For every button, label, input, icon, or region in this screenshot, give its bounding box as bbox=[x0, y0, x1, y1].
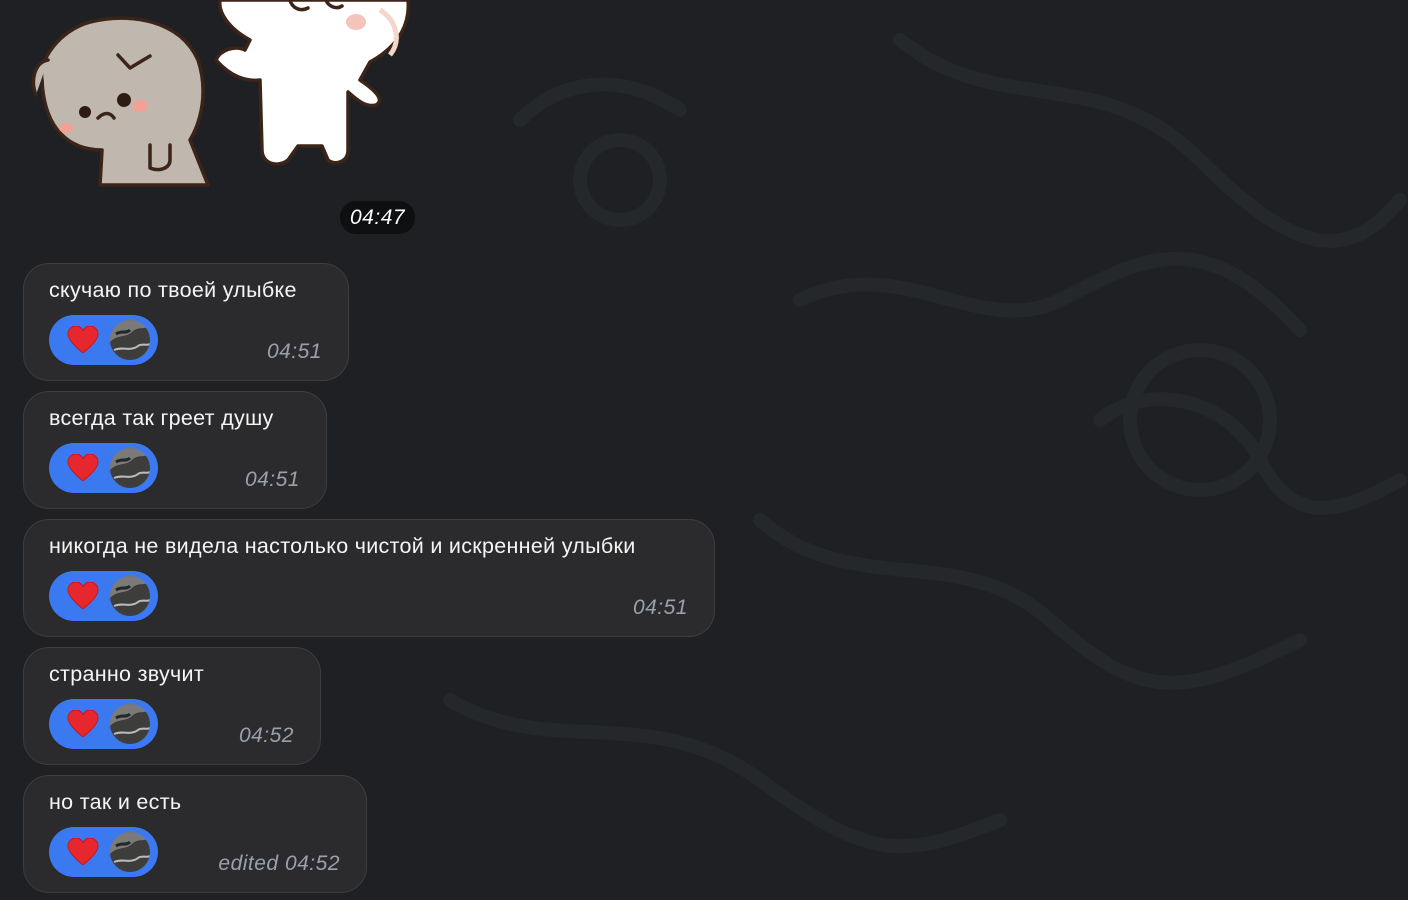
heart-reaction-button[interactable] bbox=[49, 699, 158, 749]
sticker-timestamp: 04:47 bbox=[340, 201, 416, 234]
heart-reaction-button[interactable] bbox=[49, 443, 158, 493]
message-text: странно звучит bbox=[49, 662, 205, 686]
heart-reaction-button[interactable] bbox=[49, 315, 158, 365]
message-bubble[interactable]: скучаю по твоей улыбке 04:51 bbox=[23, 263, 349, 381]
heart-icon bbox=[67, 710, 99, 738]
sticker-message[interactable] bbox=[30, 0, 420, 190]
message-text: скучаю по твоей улыбке bbox=[49, 278, 297, 302]
message-text: всегда так греет душу bbox=[49, 406, 274, 430]
cat-bunny-sticker-icon bbox=[31, 0, 411, 187]
heart-icon bbox=[67, 838, 99, 866]
message-text: никогда не видела настолько чистой и иск… bbox=[49, 534, 636, 558]
reactor-avatar bbox=[110, 832, 150, 872]
heart-reaction-button[interactable] bbox=[49, 571, 158, 621]
message-bubble[interactable]: никогда не видела настолько чистой и иск… bbox=[23, 519, 715, 637]
reactor-avatar bbox=[110, 576, 150, 616]
heart-icon bbox=[67, 582, 99, 610]
message-bubble[interactable]: всегда так греет душу 04:51 bbox=[23, 391, 327, 509]
reactor-avatar bbox=[110, 320, 150, 360]
reactor-avatar bbox=[110, 448, 150, 488]
message-timestamp: edited 04:52 bbox=[218, 852, 340, 875]
message-timestamp: 04:51 bbox=[266, 340, 322, 363]
message-bubble[interactable]: но так и есть edited 04:52 bbox=[23, 775, 367, 893]
heart-reaction-button[interactable] bbox=[49, 827, 158, 877]
reactor-avatar bbox=[110, 704, 150, 744]
message-bubble[interactable]: странно звучит 04:52 bbox=[23, 647, 321, 765]
message-text: но так и есть bbox=[49, 790, 182, 814]
message-timestamp: 04:51 bbox=[244, 468, 300, 491]
message-timestamp: 04:52 bbox=[238, 724, 294, 747]
heart-icon bbox=[67, 454, 99, 482]
message-timestamp: 04:51 bbox=[632, 596, 688, 619]
heart-icon bbox=[67, 326, 99, 354]
